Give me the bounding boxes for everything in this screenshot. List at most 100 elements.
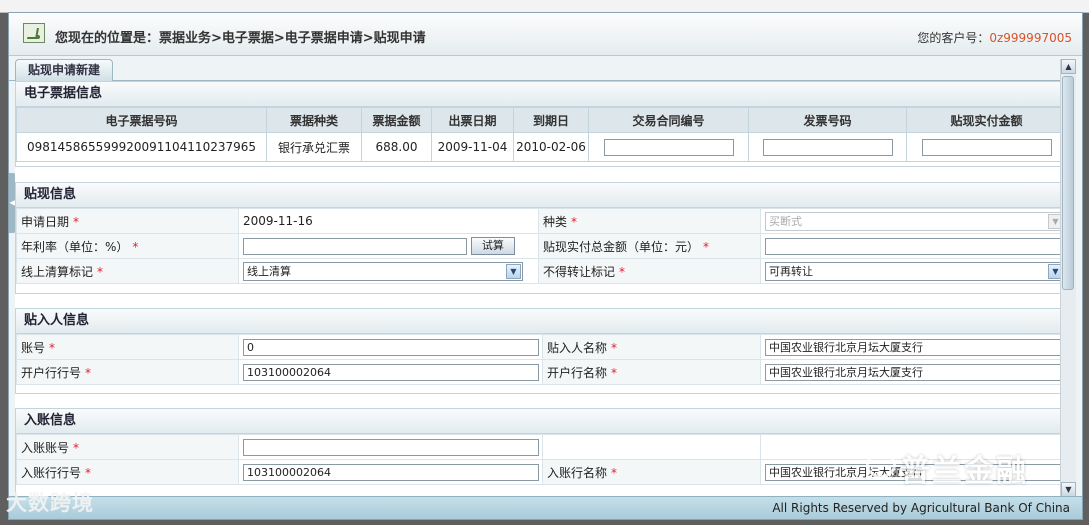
bank-no-label-cell: 开户行行号 * (16, 359, 239, 385)
bank-number-label: 开户行行号 (21, 365, 82, 380)
invoice-cell (748, 132, 907, 162)
credit-account-input[interactable] (243, 438, 539, 456)
column-header: 到期日 (513, 107, 589, 133)
bill-info-section: 电子票据信息 电子票据号码 票据种类 票据金额 出票日期 到期日 交易合同编号 … (15, 81, 1065, 167)
credit-account-label-cell: 入账账号 * (16, 434, 239, 460)
kind-label-cell: 种类 * (538, 208, 761, 234)
discountee-info-section: 贴入人信息 账号 * 0 贴入人名称 * 中国农业银行北京月坛大厦支行 开户行行号 *… (15, 308, 1065, 394)
customer-number-label: 您的客户号： (917, 31, 990, 45)
credit-info-title: 入账信息 (16, 409, 1064, 434)
table-row: 0981458655999200911041102379​65 银行承兑汇票 6… (16, 132, 1065, 162)
breadcrumb: 您现在的位置是：票据业务>电子票据>电子票据申请>贴现申请 (55, 31, 426, 46)
no-transfer-value: 可再转让 (769, 264, 813, 278)
total-amount-input[interactable] (765, 237, 1065, 255)
apply-date-label: 申请日期 (21, 214, 70, 229)
column-header: 贴现实付金额 (906, 107, 1065, 133)
bank-name-input[interactable]: 中国农业银行北京月坛大厦支行 (765, 363, 1065, 381)
watermark-left: 大数跨境 (6, 491, 94, 515)
required-mark: * (611, 340, 618, 355)
footer: All Rights Reserved by Agricultural Bank… (9, 496, 1082, 519)
rate-cell: 试算 (238, 233, 539, 259)
bill-table: 电子票据号码 票据种类 票据金额 出票日期 到期日 交易合同编号 发票号码 贴现… (16, 107, 1065, 162)
watermark-right: 普兰金融 (900, 454, 1028, 489)
tab-discount-new[interactable]: 贴现申请新建 (15, 59, 114, 81)
required-mark: * (611, 465, 618, 480)
column-header: 发票号码 (748, 107, 907, 133)
scrollbar-thumb[interactable] (1062, 76, 1074, 290)
bank-number-input[interactable]: 103100002064 (243, 363, 539, 381)
apply-date-label-cell: 申请日期 * (16, 208, 239, 234)
customer-number: 您的客户号：0z999997005 (917, 29, 1072, 46)
discountee-name-label: 贴入人名称 (547, 340, 608, 355)
total-label: 贴现实付总金额（单位：元） (543, 239, 700, 254)
credit-bank-name-label-cell: 入账行名称 * (542, 459, 761, 485)
column-header: 出票日期 (431, 107, 514, 133)
required-mark: * (49, 340, 56, 355)
actual-amount-cell (906, 132, 1065, 162)
scroll-up-icon[interactable]: ▲ (1061, 59, 1076, 74)
total-cell (760, 233, 1065, 259)
column-header: 电子票据号码 (16, 107, 267, 133)
discountee-name-input[interactable]: 中国农业银行北京月坛大厦支行 (765, 338, 1065, 356)
online-settlement-select[interactable]: 线上清算 ▼ (243, 261, 523, 281)
tab-bar: 贴现申请新建 (9, 56, 1063, 81)
rate-label-cell: 年利率（单位：%） * (16, 233, 239, 259)
bank-name-label: 开户行名称 (547, 365, 608, 380)
vertical-scrollbar[interactable]: ▲ ▼ (1060, 59, 1076, 497)
total-label-cell: 贴现实付总金额（单位：元） * (538, 233, 761, 259)
account-label: 账号 (21, 340, 46, 355)
online-settlement-label: 线上清算标记 (21, 264, 94, 279)
required-mark: * (73, 214, 80, 229)
contract-cell (588, 132, 749, 162)
kind-select[interactable]: 买断式 ▼ (765, 211, 1065, 231)
page-header: 您现在的位置是：票据业务>电子票据>电子票据申请>贴现申请 您的客户号：0z99… (9, 13, 1082, 56)
credit-account-cell (238, 434, 543, 460)
bank-no-cell: 103100002064 (238, 359, 543, 385)
invoice-number-input[interactable] (762, 138, 893, 156)
bill-info-title: 电子票据信息 (16, 82, 1064, 107)
apply-date-value: 2009-11-16 (238, 208, 539, 234)
scroll-down-icon[interactable]: ▼ (1061, 482, 1076, 497)
form-row: 年利率（单位：%） * 试算 贴现实付总金额（单位：元） * (16, 233, 1065, 259)
actual-amount-input[interactable] (921, 138, 1052, 156)
rate-input[interactable] (243, 237, 467, 255)
credit-account-label: 入账账号 (21, 440, 70, 455)
credit-bank-no-cell: 103100002064 (238, 459, 543, 485)
calculate-button[interactable]: 试算 (470, 237, 515, 255)
no-transfer-select[interactable]: 可再转让 ▼ (765, 261, 1065, 281)
discountee-form: 账号 * 0 贴入人名称 * 中国农业银行北京月坛大厦支行 开户行行号 * 10310… (16, 334, 1065, 385)
account-input[interactable]: 0 (243, 338, 539, 356)
form-row: 线上清算标记 * 线上清算 ▼ 不得转让标记 * 可再转让 ▼ (16, 258, 1065, 284)
form-row: 申请日期 * 2009-11-16 种类 * 买断式 ▼ (16, 208, 1065, 234)
credit-bank-name-label: 入账行名称 (547, 465, 608, 480)
bill-amount: 688.00 (361, 132, 432, 162)
required-mark: * (73, 440, 80, 455)
copyright-text: All Rights Reserved by Agricultural Bank… (772, 501, 1070, 515)
kind-label: 种类 (543, 214, 568, 229)
kind-cell: 买断式 ▼ (760, 208, 1065, 234)
bill-number: 0981458655999200911041102379​65 (16, 132, 267, 162)
discount-application-window: 您现在的位置是：票据业务>电子票据>电子票据申请>贴现申请 您的客户号：0z99… (8, 12, 1083, 520)
bill-table-header: 电子票据号码 票据种类 票据金额 出票日期 到期日 交易合同编号 发票号码 贴现… (16, 107, 1065, 133)
column-header: 票据金额 (361, 107, 432, 133)
customer-number-value: 0z999997005 (989, 31, 1072, 45)
required-mark: * (619, 264, 626, 279)
form-row: 开户行行号 * 103100002064 开户行名称 * 中国农业银行北京月坛大厦支… (16, 359, 1065, 385)
column-header: 票据种类 (266, 107, 362, 133)
bill-type: 银行承兑汇票 (266, 132, 362, 162)
discount-info-section: 贴现信息 申请日期 * 2009-11-16 种类 * 买断式 ▼ 年利率（单位：%）… (15, 182, 1065, 294)
rate-label: 年利率（单位：%） (21, 239, 129, 254)
account-cell: 0 (238, 334, 543, 360)
empty-cell (542, 434, 761, 460)
required-mark: * (703, 239, 710, 254)
transfer-label-cell: 不得转让标记 * (538, 258, 761, 284)
credit-bank-number-input[interactable]: 103100002064 (243, 463, 539, 481)
discount-form: 申请日期 * 2009-11-16 种类 * 买断式 ▼ 年利率（单位：%） * 试算 … (16, 208, 1065, 284)
contract-number-input[interactable] (603, 138, 734, 156)
form-content: 电子票据信息 电子票据号码 票据种类 票据金额 出票日期 到期日 交易合同编号 … (15, 81, 1065, 497)
required-mark: * (132, 239, 139, 254)
kind-select-value: 买断式 (769, 214, 802, 228)
required-mark: * (85, 465, 92, 480)
required-mark: * (97, 264, 104, 279)
no-transfer-label: 不得转让标记 (543, 264, 616, 279)
